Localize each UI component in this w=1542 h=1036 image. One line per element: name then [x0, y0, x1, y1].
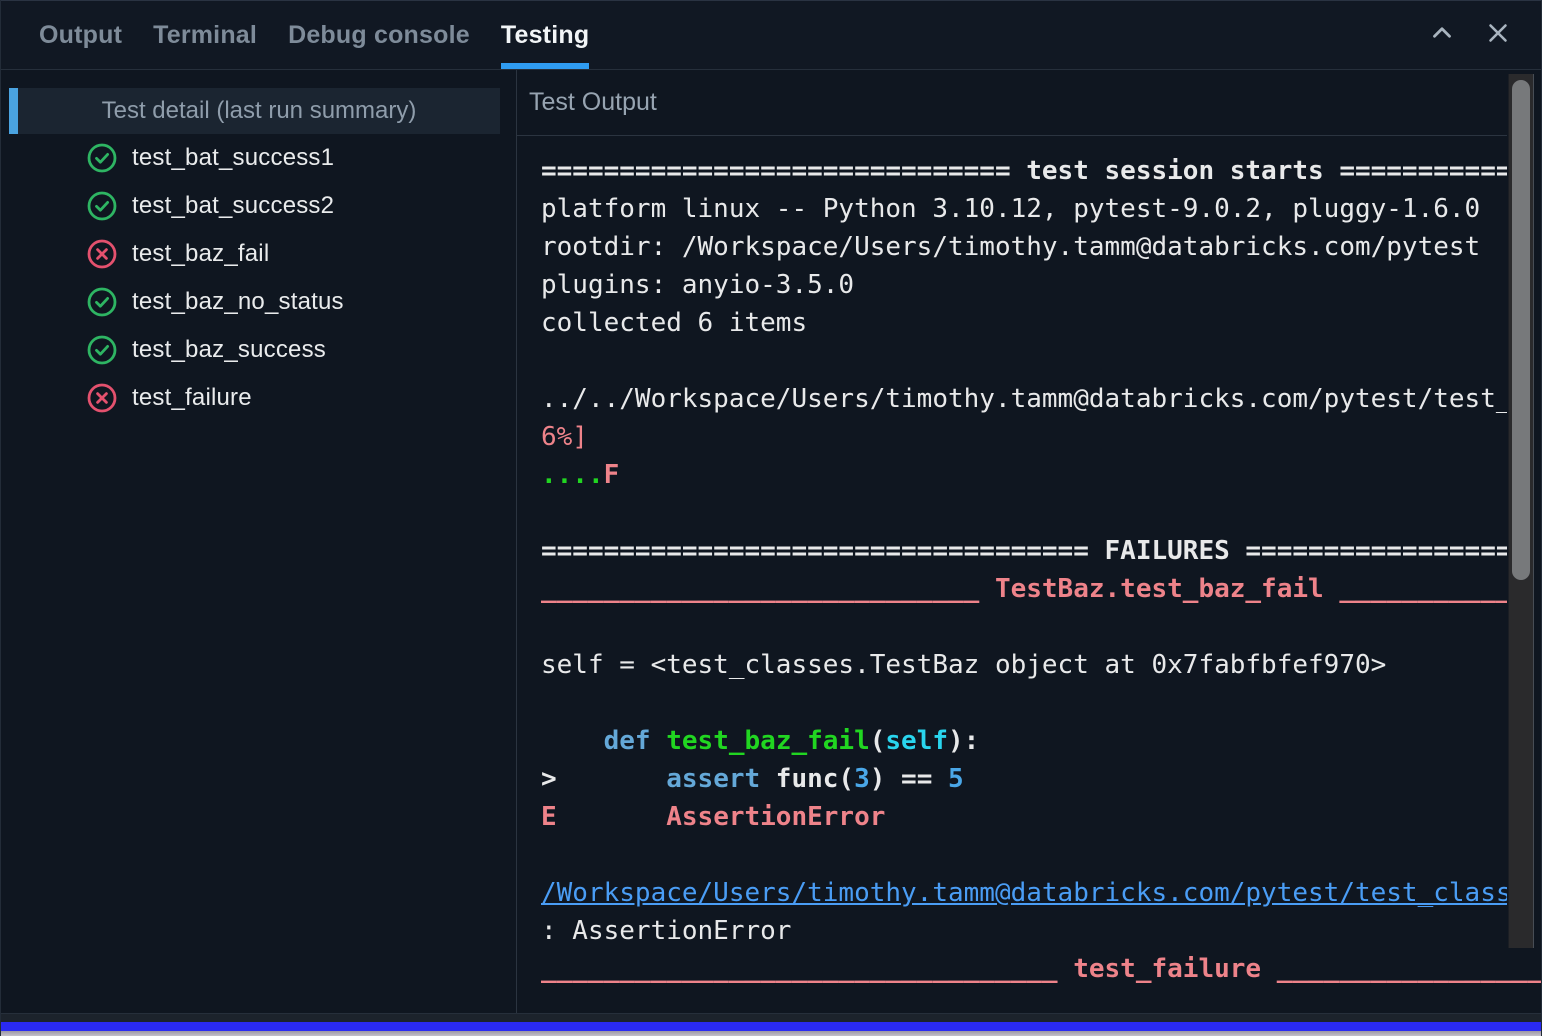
terminal-line: def test_baz_fail(self): — [603, 726, 980, 756]
testing-panel: Output Terminal Debug console Testing Test … — [0, 0, 1542, 1036]
test-item-test_baz_success[interactable]: test_baz_success — [1, 326, 516, 374]
collapse-panel-button[interactable] — [1427, 20, 1457, 50]
test-output-panel: Test Output ============================… — [517, 70, 1541, 1013]
pass-check-icon — [87, 287, 117, 317]
active-tab-underline — [500, 63, 590, 69]
pass-check-icon — [87, 191, 117, 221]
tab-testing[interactable]: Testing — [500, 1, 590, 69]
test-item-label: test_bat_success2 — [132, 192, 335, 219]
close-icon — [1483, 18, 1513, 53]
panel-tab-bar: Output Terminal Debug console Testing — [1, 0, 1541, 70]
terminal-line: collected 6 items — [541, 308, 808, 338]
test-item-test_failure[interactable]: test_failure — [1, 374, 516, 422]
bottom-gray-bar — [1, 1031, 1541, 1036]
test-detail-summary-label: Test detail (last run summary) — [101, 97, 417, 124]
pass-check-icon — [87, 335, 117, 365]
tab-label: Output — [39, 20, 123, 49]
test-item-label: test_baz_success — [132, 336, 326, 363]
tab-output[interactable]: Output — [39, 1, 122, 69]
terminal-line: =================================== FAIL… — [541, 536, 1541, 566]
bottom-gap-strip — [1, 1014, 1541, 1022]
terminal-line: /Workspace/Users/timothy.tamm@databricks… — [541, 874, 1541, 912]
terminal-line: ============================== test sess… — [541, 156, 1541, 186]
close-panel-button[interactable] — [1483, 20, 1513, 50]
test-item-test_bat_success1[interactable]: test_bat_success1 — [1, 134, 516, 182]
terminal-line: ____________________________ TestBaz.tes… — [541, 574, 1541, 604]
test-item-label: test_baz_fail — [132, 240, 270, 267]
terminal-line: plugins: anyio-3.5.0 — [541, 270, 855, 300]
terminal-line: 6%] — [541, 422, 588, 452]
panel-body: Test detail (last run summary) test_bat_… — [1, 70, 1541, 1014]
terminal-line: platform linux -- Python 3.10.12, pytest… — [541, 194, 1481, 224]
tab-label: Terminal — [153, 20, 258, 49]
chevron-up-icon — [1427, 18, 1457, 53]
terminal-line: > assert func(3) == 5 — [541, 764, 964, 794]
pass-check-icon — [87, 143, 117, 173]
tab-label: Testing — [500, 20, 590, 49]
scrollbar-zone — [1507, 70, 1541, 948]
terminal-line: self = <test_classes.TestBaz object at 0… — [541, 650, 1387, 680]
fail-cross-icon — [87, 383, 117, 413]
terminal-line: _________________________________ test_f… — [541, 954, 1541, 984]
scrollbar-track[interactable] — [1508, 74, 1534, 948]
test-list: test_bat_success1 test_bat_success2 test_b… — [1, 134, 516, 422]
test-detail-summary-item[interactable]: Test detail (last run summary) — [9, 88, 500, 134]
terminal-line: rootdir: /Workspace/Users/timothy.tamm@d… — [541, 232, 1481, 262]
test-item-label: test_failure — [132, 384, 252, 411]
tab-debug-console[interactable]: Debug console — [288, 1, 470, 69]
terminal-line: : AssertionError — [541, 916, 792, 946]
terminal-line: E AssertionError — [541, 802, 886, 832]
scrollbar-thumb[interactable] — [1512, 80, 1530, 580]
tab-terminal[interactable]: Terminal — [153, 1, 257, 69]
bottom-blue-bar — [1, 1022, 1541, 1031]
test-output-title: Test Output — [529, 88, 657, 116]
tab-label: Debug console — [288, 20, 470, 49]
test-item-label: test_bat_success1 — [132, 144, 335, 171]
test-item-test_bat_success2[interactable]: test_bat_success2 — [1, 182, 516, 230]
file-path-link[interactable]: /Workspace/Users/timothy.tamm@databricks… — [541, 878, 1541, 908]
terminal-output: ============================== test sess… — [517, 136, 1541, 1013]
test-item-label: test_baz_no_status — [132, 288, 344, 315]
terminal-line: ....F — [541, 460, 620, 490]
fail-cross-icon — [87, 239, 117, 269]
test-output-header: Test Output — [517, 70, 1541, 136]
test-sidebar: Test detail (last run summary) test_bat_… — [1, 70, 517, 1013]
test-item-test_baz_no_status[interactable]: test_baz_no_status — [1, 278, 516, 326]
panel-controls — [1427, 1, 1541, 69]
test-item-test_baz_fail[interactable]: test_baz_fail — [1, 230, 516, 278]
terminal-line: ../../Workspace/Users/timothy.tamm@datab… — [541, 384, 1541, 414]
